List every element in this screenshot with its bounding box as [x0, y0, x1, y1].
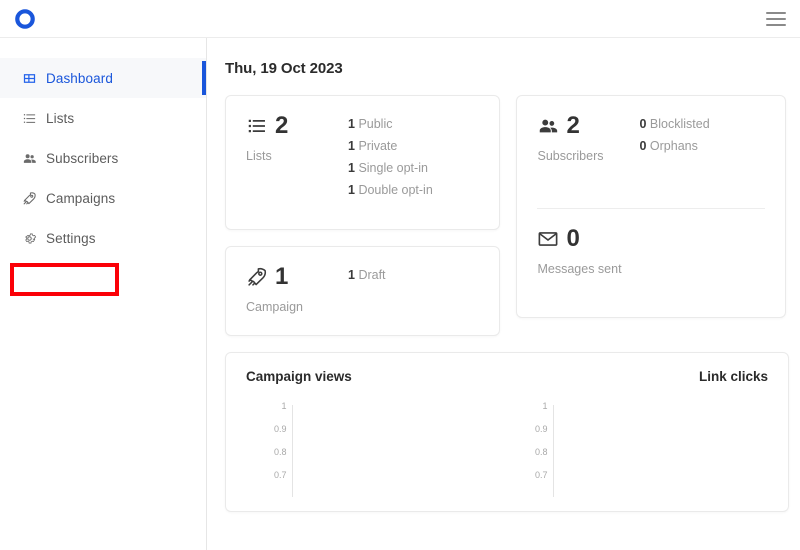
- main-content: Thu, 19 Oct 2023 2: [207, 38, 800, 550]
- sidebar-item-label: Campaigns: [46, 191, 115, 206]
- sidebar-item-label: Settings: [46, 231, 96, 246]
- hamburger-menu-icon[interactable]: [766, 11, 786, 27]
- y-axis-line: [292, 405, 293, 497]
- listmonk-logo[interactable]: [14, 8, 36, 30]
- breakdown-value: 0: [639, 139, 646, 153]
- breakdown-value: 0: [639, 117, 646, 131]
- sidebar: Dashboard Lists Subscribers Campaigns: [0, 38, 207, 550]
- y-tick: 0.9: [535, 423, 548, 446]
- campaign-views-chart[interactable]: 1 0.9 0.8 0.7: [246, 400, 507, 497]
- envelope-icon: [537, 228, 559, 250]
- y-tick: 0.8: [274, 446, 287, 469]
- lists-label: Lists: [246, 149, 338, 163]
- settings-highlight-box: [10, 263, 119, 296]
- y-axis-ticks: 1 0.9 0.8 0.7: [535, 400, 553, 497]
- app-root: Dashboard Lists Subscribers Campaigns: [0, 0, 800, 550]
- y-tick: 0.8: [535, 446, 548, 469]
- link-clicks-chart-title: Link clicks: [699, 369, 768, 384]
- breakdown-row: 0 Blocklisted: [639, 114, 765, 136]
- lists-stat-card[interactable]: 2 Lists 1 Public 1 Private 1 Single opt-…: [225, 95, 500, 230]
- link-clicks-y-axis: 1 0.9 0.8 0.7: [535, 400, 554, 497]
- stats-card-grid: 2 Lists 1 Public 1 Private 1 Single opt-…: [225, 95, 786, 336]
- breakdown-value: 1: [348, 117, 355, 131]
- rocket-icon: [22, 191, 37, 206]
- charts-body: 1 0.9 0.8 0.7 1 0.9 0.8: [246, 400, 768, 497]
- stats-right-column: 2 Subscribers 0 Blocklisted 0 Orphans: [516, 95, 786, 318]
- sidebar-item-subscribers[interactable]: Subscribers: [0, 138, 206, 178]
- breakdown-row: 1 Private: [348, 136, 479, 158]
- people-icon: [537, 115, 559, 137]
- breakdown-text: Private: [358, 139, 397, 153]
- gear-icon: [22, 231, 37, 246]
- subscribers-messages-card[interactable]: 2 Subscribers 0 Blocklisted 0 Orphans: [516, 95, 786, 318]
- link-clicks-chart[interactable]: 1 0.9 0.8 0.7: [507, 400, 768, 497]
- breakdown-text: Draft: [358, 268, 385, 282]
- breakdown-row: 1 Draft: [348, 265, 479, 287]
- breakdown-text: Public: [358, 117, 392, 131]
- sidebar-item-settings[interactable]: Settings: [0, 218, 206, 258]
- sidebar-item-lists[interactable]: Lists: [0, 98, 206, 138]
- lists-breakdown: 1 Public 1 Private 1 Single opt-in 1 Dou…: [348, 114, 479, 202]
- y-tick: 1: [535, 400, 548, 423]
- list-icon: [22, 111, 37, 126]
- people-icon: [22, 151, 37, 166]
- breakdown-text: Orphans: [650, 139, 698, 153]
- lists-count: 2: [275, 114, 288, 138]
- rocket-icon: [246, 266, 268, 288]
- campaign-breakdown: 1 Draft: [348, 265, 479, 287]
- y-axis-ticks: 1 0.9 0.8 0.7: [274, 400, 292, 497]
- sidebar-item-label: Subscribers: [46, 151, 118, 166]
- y-tick: 1: [274, 400, 287, 423]
- breakdown-value: 1: [348, 139, 355, 153]
- y-tick: 0.7: [535, 469, 548, 492]
- page-title: Thu, 19 Oct 2023: [225, 60, 786, 77]
- breakdown-row: 1 Double opt-in: [348, 180, 479, 202]
- messages-count: 0: [566, 227, 579, 251]
- campaign-views-chart-title: Campaign views: [246, 369, 352, 384]
- chart-left-spacer: [246, 400, 274, 497]
- sidebar-item-dashboard[interactable]: Dashboard: [0, 58, 206, 98]
- messages-label: Messages sent: [537, 262, 765, 276]
- dashboard-icon: [22, 71, 37, 86]
- subscribers-label: Subscribers: [537, 149, 629, 163]
- top-navbar: [0, 0, 800, 38]
- messages-stat-section: 0 Messages sent: [517, 209, 785, 317]
- y-tick: 0.7: [274, 469, 287, 492]
- campaign-stat-card[interactable]: 1 Campaign 1 Draft: [225, 246, 500, 336]
- chart-left-spacer: [507, 400, 535, 497]
- sidebar-item-campaigns[interactable]: Campaigns: [0, 178, 206, 218]
- breakdown-row: 1 Public: [348, 114, 479, 136]
- list-icon: [246, 115, 268, 137]
- sidebar-item-label: Lists: [46, 111, 74, 126]
- breakdown-text: Single opt-in: [358, 161, 428, 175]
- breakdown-value: 1: [348, 161, 355, 175]
- campaign-count: 1: [275, 265, 288, 289]
- sidebar-item-label: Dashboard: [46, 71, 113, 86]
- campaign-views-y-axis: 1 0.9 0.8 0.7: [274, 400, 293, 497]
- y-tick: 0.9: [274, 423, 287, 446]
- breakdown-text: Blocklisted: [650, 117, 710, 131]
- stats-left-column: 2 Lists 1 Public 1 Private 1 Single opt-…: [225, 95, 500, 336]
- breakdown-row: 0 Orphans: [639, 136, 765, 158]
- subscribers-breakdown: 0 Blocklisted 0 Orphans: [639, 114, 765, 158]
- breakdown-value: 1: [348, 268, 355, 282]
- campaign-label: Campaign: [246, 300, 338, 314]
- charts-header: Campaign views Link clicks: [246, 369, 768, 384]
- subscribers-stat-section: 2 Subscribers 0 Blocklisted 0 Orphans: [517, 96, 785, 208]
- charts-card: Campaign views Link clicks 1 0.9 0.8 0.7: [225, 352, 789, 512]
- y-axis-line: [553, 405, 554, 497]
- breakdown-text: Double opt-in: [358, 183, 432, 197]
- breakdown-value: 1: [348, 183, 355, 197]
- breakdown-row: 1 Single opt-in: [348, 158, 479, 180]
- subscribers-count: 2: [566, 114, 579, 138]
